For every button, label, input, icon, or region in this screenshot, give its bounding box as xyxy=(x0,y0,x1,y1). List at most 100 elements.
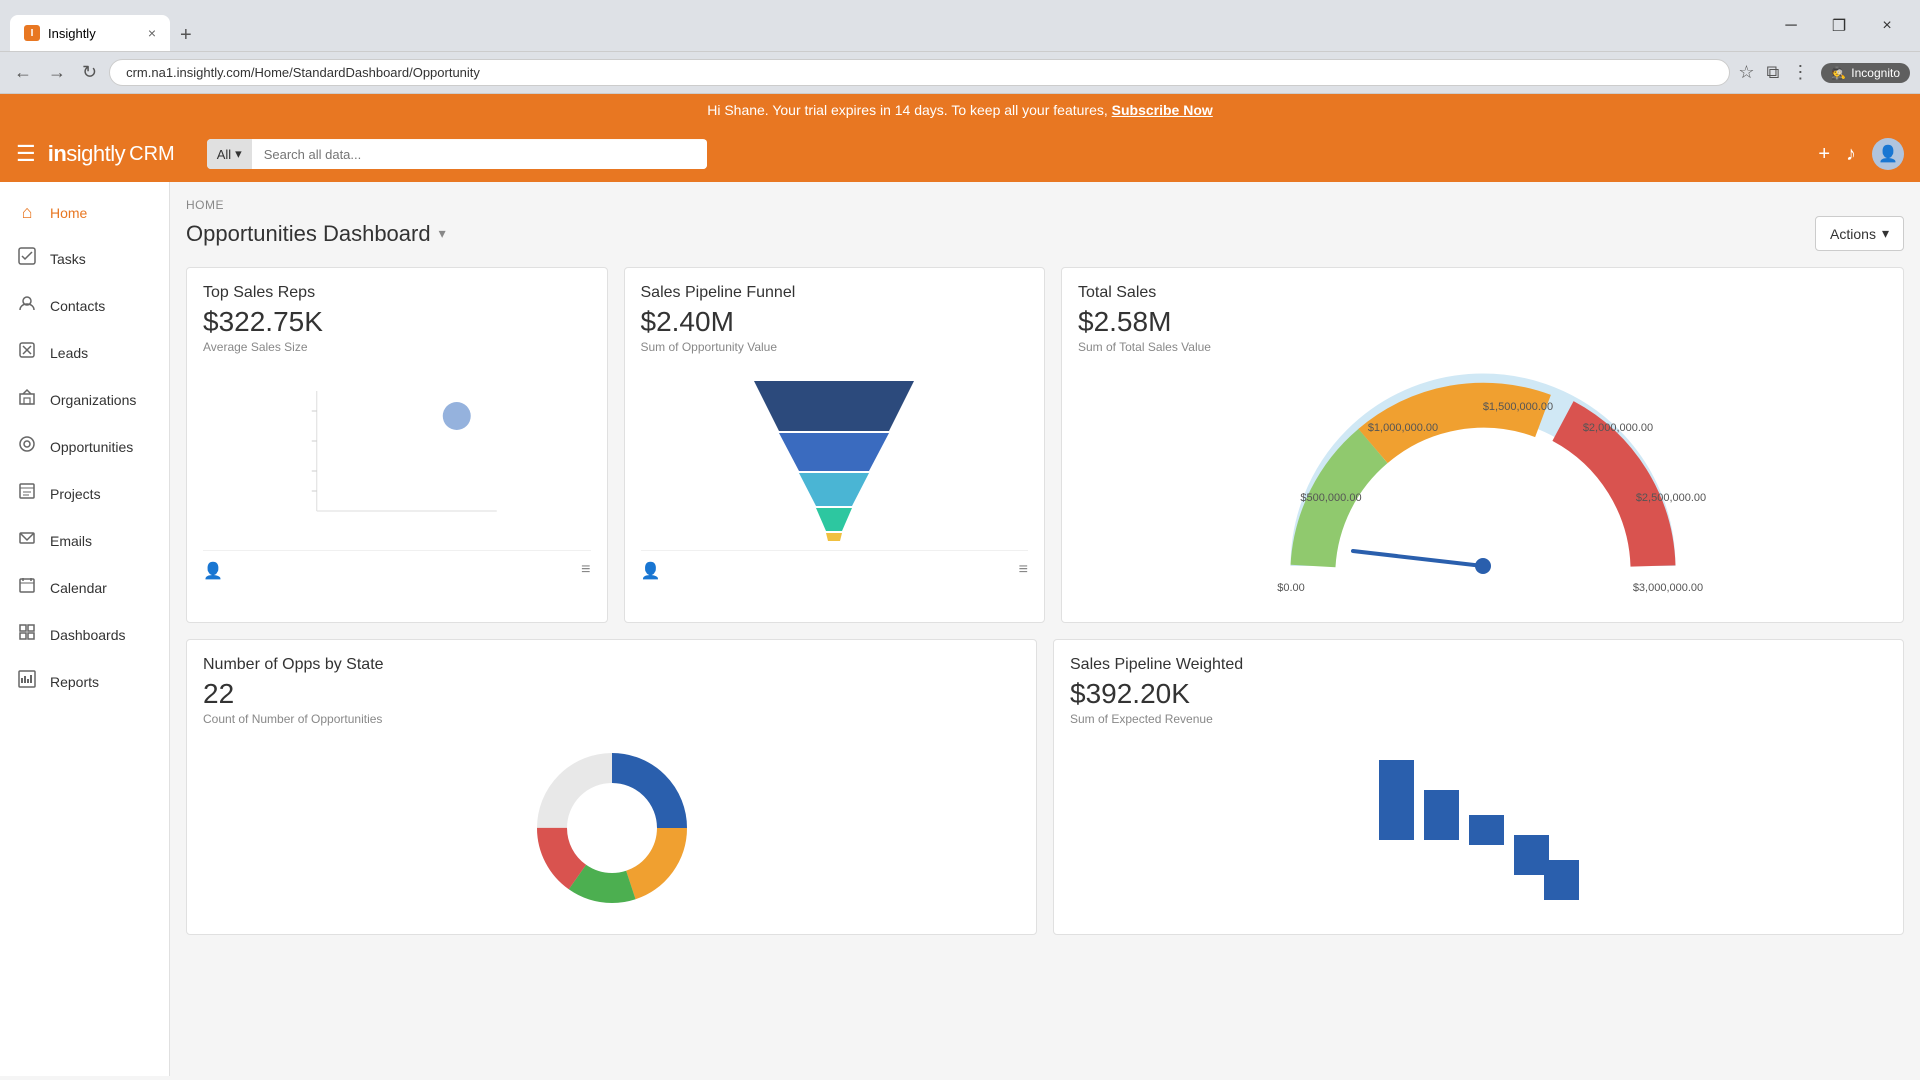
subscribe-link[interactable]: Subscribe Now xyxy=(1112,102,1213,118)
browser-actions: ☆ ⧉ ⋮ 🕵 Incognito xyxy=(1738,62,1910,83)
sidebar-item-leads[interactable]: Leads xyxy=(0,329,169,376)
extensions-icon[interactable]: ⧉ xyxy=(1766,62,1779,83)
search-scope-button[interactable]: All ▾ xyxy=(207,139,252,169)
new-tab-button[interactable]: + xyxy=(172,20,200,51)
top-sales-chart-svg xyxy=(203,381,591,531)
sidebar-item-tasks[interactable]: Tasks xyxy=(0,235,169,282)
breadcrumb: HOME xyxy=(186,198,1904,212)
sidebar-label-dashboards: Dashboards xyxy=(50,627,126,643)
organizations-icon xyxy=(16,388,38,411)
pipeline-funnel-title: Sales Pipeline Funnel xyxy=(641,284,1029,302)
opps-state-value: 22 xyxy=(203,678,1020,710)
dashboard-bottom-row: Number of Opps by State 22 Count of Numb… xyxy=(186,639,1904,935)
page-title: Opportunities Dashboard xyxy=(186,221,431,247)
calendar-icon xyxy=(16,576,38,599)
svg-text:$500,000.00: $500,000.00 xyxy=(1300,492,1361,504)
sidebar-label-opportunities: Opportunities xyxy=(50,439,133,455)
top-sales-title: Top Sales Reps xyxy=(203,284,591,302)
address-bar-row: ← → ↻ crm.na1.insightly.com/Home/Standar… xyxy=(0,52,1920,94)
pipeline-weighted-card: Sales Pipeline Weighted $392.20K Sum of … xyxy=(1053,639,1904,935)
person-icon[interactable]: 👤 xyxy=(203,561,223,581)
actions-label: Actions xyxy=(1830,226,1876,242)
total-sales-value: $2.58M xyxy=(1078,306,1887,338)
sidebar-label-leads: Leads xyxy=(50,345,88,361)
sidebar-label-projects: Projects xyxy=(50,486,101,502)
trial-text: Hi Shane. Your trial expires in 14 days.… xyxy=(707,102,1108,118)
dashboard-top-row: Top Sales Reps $322.75K Average Sales Si… xyxy=(186,267,1904,623)
sidebar-label-home: Home xyxy=(50,205,87,221)
page-title-row: Opportunities Dashboard ▾ xyxy=(186,221,446,247)
notifications-icon[interactable]: ♪ xyxy=(1846,143,1856,166)
dashboard-dropdown[interactable]: ▾ xyxy=(439,225,446,242)
list-icon[interactable]: ≡ xyxy=(581,561,590,581)
pipeline-weighted-value: $392.20K xyxy=(1070,678,1887,710)
svg-text:$2,000,000.00: $2,000,000.00 xyxy=(1582,422,1652,434)
browser-chrome: I Insightly × + ─ ❐ × xyxy=(0,0,1920,52)
dashboards-icon xyxy=(16,623,38,646)
svg-text:$3,000,000.00: $3,000,000.00 xyxy=(1632,582,1702,594)
user-avatar[interactable]: 👤 xyxy=(1872,138,1904,170)
funnel-chart xyxy=(641,366,1029,546)
header-actions: + ♪ 👤 xyxy=(1818,138,1904,170)
window-controls: ─ ❐ × xyxy=(1768,11,1910,41)
total-sales-title: Total Sales xyxy=(1078,284,1887,302)
close-button[interactable]: × xyxy=(1864,11,1910,41)
page-header: Opportunities Dashboard ▾ Actions ▾ xyxy=(186,216,1904,251)
total-sales-subtitle: Sum of Total Sales Value xyxy=(1078,340,1887,354)
main-layout: ⌂ Home Tasks Contacts Leads Organizati xyxy=(0,182,1920,1076)
active-tab[interactable]: I Insightly × xyxy=(10,15,170,51)
restore-button[interactable]: ❐ xyxy=(1816,11,1862,41)
logo: insightly CRM xyxy=(48,141,175,167)
svg-text:$2,500,000.00: $2,500,000.00 xyxy=(1635,492,1705,504)
donut-chart-svg xyxy=(527,748,697,908)
incognito-badge: 🕵 Incognito xyxy=(1821,63,1910,83)
pipeline-funnel-subtitle: Sum of Opportunity Value xyxy=(641,340,1029,354)
sidebar-label-emails: Emails xyxy=(50,533,92,549)
svg-text:$1,000,000.00: $1,000,000.00 xyxy=(1367,422,1437,434)
bookmark-icon[interactable]: ☆ xyxy=(1738,62,1754,83)
opportunities-icon xyxy=(16,435,38,458)
sidebar-item-home[interactable]: ⌂ Home xyxy=(0,190,169,235)
sidebar-item-calendar[interactable]: Calendar xyxy=(0,564,169,611)
sidebar-item-contacts[interactable]: Contacts xyxy=(0,282,169,329)
address-bar[interactable]: crm.na1.insightly.com/Home/StandardDashb… xyxy=(109,59,1730,86)
waterfall-chart xyxy=(1070,738,1887,918)
sidebar-item-dashboards[interactable]: Dashboards xyxy=(0,611,169,658)
sidebar-label-calendar: Calendar xyxy=(50,580,107,596)
actions-button[interactable]: Actions ▾ xyxy=(1815,216,1904,251)
donut-chart xyxy=(203,738,1020,918)
sidebar-label-reports: Reports xyxy=(50,674,99,690)
search-input[interactable] xyxy=(252,140,707,169)
total-sales-card: Total Sales $2.58M Sum of Total Sales Va… xyxy=(1061,267,1904,623)
opps-state-title: Number of Opps by State xyxy=(203,656,1020,674)
sidebar-item-reports[interactable]: Reports xyxy=(0,658,169,705)
forward-button[interactable]: → xyxy=(44,58,70,87)
sidebar-label-contacts: Contacts xyxy=(50,298,105,314)
sidebar-item-opportunities[interactable]: Opportunities xyxy=(0,423,169,470)
minimize-button[interactable]: ─ xyxy=(1768,11,1814,41)
avatar-icon: 👤 xyxy=(1878,144,1898,164)
pipeline-weighted-title: Sales Pipeline Weighted xyxy=(1070,656,1887,674)
emails-icon xyxy=(16,529,38,552)
top-sales-value: $322.75K xyxy=(203,306,591,338)
tab-title: Insightly xyxy=(48,26,96,41)
gauge-chart-svg: $0.00 $500,000.00 $1,000,000.00 $1,500,0… xyxy=(1253,366,1713,606)
top-sales-chart xyxy=(203,366,591,546)
menu-icon[interactable]: ☰ xyxy=(16,141,36,167)
sidebar-item-emails[interactable]: Emails xyxy=(0,517,169,564)
sidebar: ⌂ Home Tasks Contacts Leads Organizati xyxy=(0,182,170,1076)
content-area: HOME Opportunities Dashboard ▾ Actions ▾… xyxy=(170,182,1920,1076)
back-button[interactable]: ← xyxy=(10,58,36,87)
incognito-label: Incognito xyxy=(1851,66,1900,80)
top-sales-reps-card: Top Sales Reps $322.75K Average Sales Si… xyxy=(186,267,608,623)
search-bar: All ▾ xyxy=(207,139,707,169)
sidebar-item-organizations[interactable]: Organizations xyxy=(0,376,169,423)
add-icon[interactable]: + xyxy=(1818,143,1830,166)
person-icon-2[interactable]: 👤 xyxy=(641,561,661,581)
list-icon-2[interactable]: ≡ xyxy=(1019,561,1028,581)
reload-button[interactable]: ↻ xyxy=(78,58,101,87)
settings-icon[interactable]: ⋮ xyxy=(1791,62,1809,83)
sidebar-item-projects[interactable]: Projects xyxy=(0,470,169,517)
tab-close-button[interactable]: × xyxy=(148,25,156,41)
crm-label: CRM xyxy=(129,143,175,166)
